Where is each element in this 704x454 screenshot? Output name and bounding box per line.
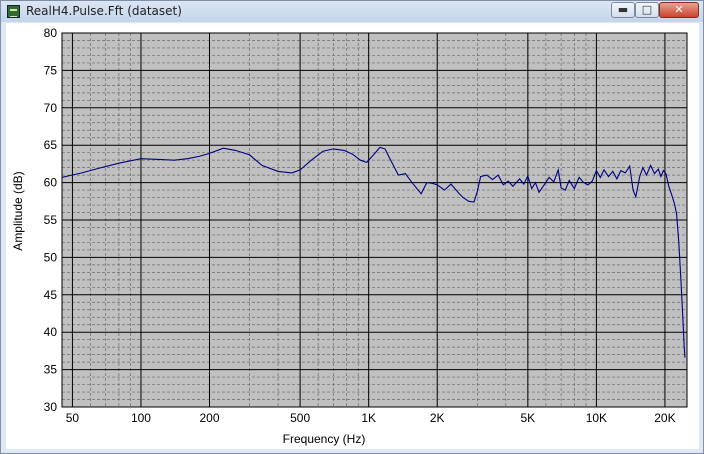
y-axis-label: Amplitude (dB)	[11, 171, 25, 250]
app-window: RealH4.Pulse.Fft (dataset) ▬ □ ✕ 50 100 20…	[0, 0, 704, 454]
y-tick-label: 30	[44, 400, 58, 414]
x-tick-label: 10K	[586, 411, 607, 425]
title-bar[interactable]: RealH4.Pulse.Fft (dataset) ▬ □ ✕	[1, 1, 703, 22]
app-icon[interactable]	[7, 5, 20, 18]
maximize-button[interactable]: □	[635, 2, 659, 18]
x-tick-label: 500	[290, 411, 310, 425]
y-tick-label: 80	[44, 26, 58, 40]
x-tick-label: 100	[131, 411, 151, 425]
y-tick-label: 60	[44, 176, 58, 190]
x-tick-label: 1K	[361, 411, 376, 425]
window-title: RealH4.Pulse.Fft (dataset)	[26, 4, 182, 18]
y-tick-label: 75	[44, 63, 58, 77]
y-tick-label: 55	[44, 213, 58, 227]
y-tick-labels: 80 75 70 65 60 55 50 45 40 35 30	[44, 26, 58, 414]
y-tick-label: 40	[44, 325, 58, 339]
x-tick-label: 20K	[654, 411, 675, 425]
x-tick-label: 50	[66, 411, 80, 425]
y-tick-label: 65	[44, 138, 58, 152]
y-tick-label: 45	[44, 288, 58, 302]
x-tick-label: 200	[199, 411, 219, 425]
x-tick-label: 2K	[430, 411, 445, 425]
x-axis-label: Frequency (Hz)	[283, 432, 366, 446]
frequency-response-chart: 50 100 200 500 1K 2K 5K 10K 20K 80 75 70 65 60 55 50 45…	[11, 26, 688, 446]
x-tick-label: 5K	[520, 411, 535, 425]
y-tick-label: 50	[44, 250, 58, 264]
x-tick-labels: 50 100 200 500 1K 2K 5K 10K 20K	[66, 411, 676, 425]
minimize-button[interactable]: ▬	[611, 2, 635, 18]
y-tick-label: 35	[44, 363, 58, 377]
close-button[interactable]: ✕	[659, 2, 699, 18]
y-tick-label: 70	[44, 101, 58, 115]
chart-area: 50 100 200 500 1K 2K 5K 10K 20K 80 75 70 65 60 55 50 45…	[6, 23, 699, 449]
